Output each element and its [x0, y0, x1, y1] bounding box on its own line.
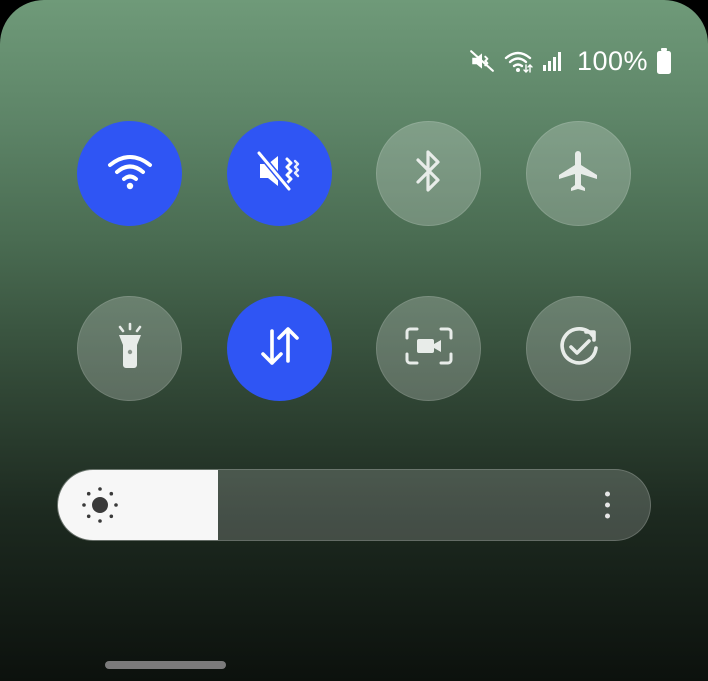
wifi-icon — [503, 48, 533, 74]
wifi-icon — [106, 151, 154, 196]
mute-icon — [469, 48, 495, 74]
bluetooth-toggle[interactable] — [376, 121, 481, 226]
more-dot — [605, 513, 610, 519]
battery-full-icon — [656, 47, 672, 75]
status-bar: 100% — [469, 44, 672, 78]
flashlight-toggle[interactable] — [77, 296, 182, 401]
screen-recorder-toggle[interactable] — [376, 296, 481, 401]
quick-settings-panel: 100% — [0, 0, 708, 681]
more-dot — [605, 491, 610, 497]
sound-mute-toggle[interactable] — [227, 121, 332, 226]
sound-mute-icon — [255, 149, 304, 198]
bluetooth-icon — [414, 148, 444, 199]
airplane-mode-toggle[interactable] — [526, 121, 631, 226]
mobile-data-toggle[interactable] — [227, 296, 332, 401]
rotate-check-icon — [555, 322, 603, 375]
drag-handle[interactable] — [105, 661, 226, 669]
screen-record-icon — [404, 326, 454, 371]
battery-percentage: 100% — [576, 45, 648, 76]
sun-icon — [80, 485, 120, 525]
brightness-slider[interactable] — [57, 469, 651, 541]
signal-icon — [541, 49, 565, 73]
auto-rotate-toggle[interactable] — [526, 296, 631, 401]
flashlight-icon — [112, 322, 148, 375]
airplane-icon — [555, 147, 603, 200]
more-dot — [605, 502, 610, 508]
data-transfer-icon — [257, 323, 303, 374]
wifi-toggle[interactable] — [77, 121, 182, 226]
more-vertical-icon[interactable] — [601, 488, 614, 523]
